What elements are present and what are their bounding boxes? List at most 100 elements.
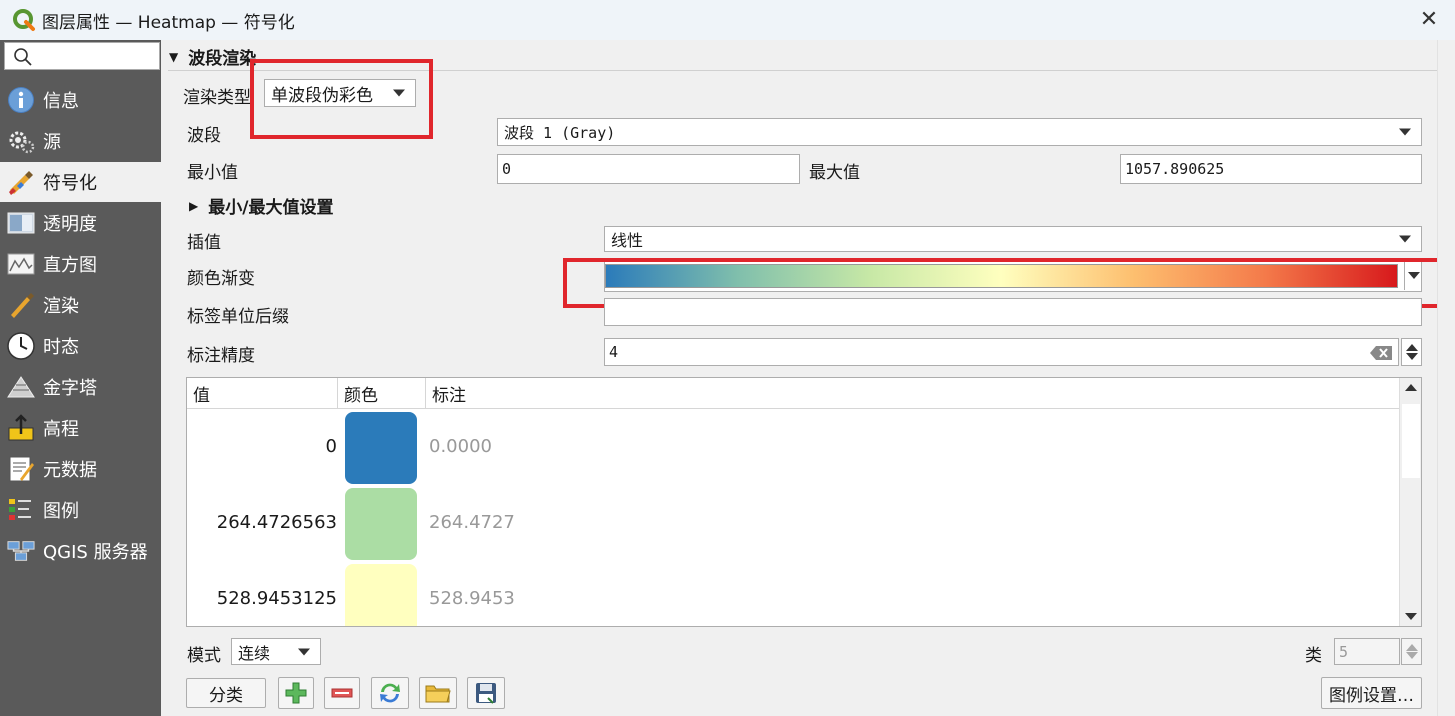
- row-color-swatch[interactable]: [345, 412, 417, 484]
- symbology-icon: [7, 168, 35, 196]
- sidebar-item-transparency[interactable]: 透明度: [0, 203, 161, 243]
- sidebar-item-symbology[interactable]: 符号化: [0, 162, 161, 202]
- row-value[interactable]: 528.9453125: [187, 588, 337, 609]
- label-suffix-input[interactable]: [604, 298, 1422, 326]
- label-precision-label: 标注精度: [187, 346, 255, 366]
- sidebar-item-label: 透明度: [43, 214, 97, 235]
- search-icon: [14, 48, 32, 66]
- remove-value-button[interactable]: [324, 677, 360, 709]
- metadata-icon: [7, 455, 35, 483]
- chevron-down-icon: [1399, 128, 1411, 136]
- sidebar-item-label: 直方图: [43, 255, 97, 276]
- sidebar-item-label: 金字塔: [43, 378, 97, 399]
- sidebar-item-temporal[interactable]: 时态: [0, 326, 161, 366]
- search-input[interactable]: [4, 42, 160, 70]
- save-icon: [476, 683, 496, 704]
- transparency-icon: [7, 209, 35, 237]
- spin-up-icon[interactable]: [1406, 344, 1418, 351]
- expand-triangle-icon: ▶: [189, 198, 199, 213]
- max-value-input[interactable]: 1057.890625: [1120, 154, 1422, 184]
- sidebar-item-elevation[interactable]: 高程: [0, 408, 161, 448]
- sidebar-item-histogram[interactable]: 直方图: [0, 244, 161, 284]
- load-color-map-button[interactable]: [419, 677, 457, 709]
- row-label[interactable]: 264.4727: [429, 512, 515, 533]
- minus-icon: [331, 688, 353, 698]
- sidebar-item-label: QGIS 服务器: [43, 542, 148, 563]
- row-label[interactable]: 528.9453: [429, 588, 515, 609]
- table-header: 值 颜色 标注: [187, 378, 1399, 409]
- spin-up-icon[interactable]: [1406, 644, 1418, 651]
- mode-combo[interactable]: 连续: [231, 638, 321, 665]
- classes-spinner[interactable]: [1401, 638, 1422, 665]
- min-value-input[interactable]: 0: [497, 154, 800, 184]
- mode-label: 模式: [187, 646, 221, 666]
- row-color-swatch[interactable]: [345, 564, 417, 626]
- folder-icon: [425, 685, 451, 703]
- scrollbar-thumb[interactable]: [1402, 404, 1420, 478]
- highlight-box-render-type: [250, 59, 433, 139]
- symbology-panel: ▼ 波段渲染 渲染类型 单波段伪彩色 波段 波段 1 (Gray) 最小值 0 …: [161, 40, 1455, 716]
- sidebar-item-metadata[interactable]: 元数据: [0, 449, 161, 489]
- label-suffix-label: 标签单位后缀: [187, 307, 289, 327]
- sidebar-item-rendering[interactable]: 渲染: [0, 285, 161, 325]
- minmax-settings-header[interactable]: ▶ 最小/最大值设置: [189, 193, 333, 218]
- table-scrollbar[interactable]: [1399, 378, 1421, 626]
- label-precision-value: 4: [609, 343, 619, 361]
- classes-label: 类: [1305, 646, 1322, 666]
- band-combo[interactable]: 波段 1 (Gray): [497, 118, 1422, 146]
- close-icon[interactable]: ✕: [1415, 6, 1443, 34]
- classes-input[interactable]: 5: [1334, 638, 1400, 665]
- sidebar-item-pyramids[interactable]: 金字塔: [0, 367, 161, 407]
- sidebar-item-qgis-server[interactable]: QGIS 服务器: [0, 531, 161, 571]
- label-precision-input[interactable]: 4: [604, 338, 1399, 366]
- scroll-up-icon[interactable]: [1405, 384, 1417, 391]
- window-title: 图层属性 — Heatmap — 符号化: [42, 12, 295, 33]
- panel-scrollbar[interactable]: [1437, 40, 1455, 716]
- interpolation-combo[interactable]: 线性: [604, 226, 1422, 252]
- qgis-server-icon: [7, 537, 35, 565]
- sidebar-item-label: 元数据: [43, 460, 97, 481]
- table-row[interactable]: 528.9453125 528.9453: [187, 562, 1399, 626]
- row-value[interactable]: 0: [187, 436, 337, 457]
- table-row[interactable]: 0 0.0000: [187, 410, 1399, 486]
- color-table: 值 颜色 标注 0 0.0000 264.4726563 264.4727 52…: [186, 377, 1422, 627]
- row-label[interactable]: 0.0000: [429, 436, 492, 457]
- row-value[interactable]: 264.4726563: [187, 512, 337, 533]
- label-precision-spinner[interactable]: [1401, 338, 1422, 366]
- classify-button[interactable]: 分类: [186, 678, 266, 708]
- scroll-down-icon[interactable]: [1405, 613, 1417, 620]
- column-header-color[interactable]: 颜色: [338, 378, 426, 409]
- export-color-map-button[interactable]: [467, 677, 505, 709]
- clear-icon[interactable]: [1370, 346, 1392, 360]
- spin-down-icon[interactable]: [1406, 353, 1418, 360]
- column-header-label[interactable]: 标注: [426, 378, 1399, 409]
- sidebar-item-label: 符号化: [43, 173, 97, 194]
- band-rendering-header[interactable]: ▼ 波段渲染: [169, 44, 256, 69]
- sidebar-item-source[interactable]: 源: [0, 121, 161, 161]
- reverse-arrows-icon: [380, 683, 400, 703]
- sidebar-item-legend[interactable]: 图例: [0, 490, 161, 530]
- table-row[interactable]: 264.4726563 264.4727: [187, 486, 1399, 562]
- add-value-button[interactable]: [278, 677, 314, 709]
- reverse-colors-button[interactable]: [371, 677, 409, 709]
- legend-settings-label: 图例设置…: [1329, 685, 1414, 706]
- minmax-settings-label: 最小/最大值设置: [208, 198, 334, 218]
- collapse-triangle-icon: ▼: [169, 49, 179, 64]
- interpolation-value: 线性: [611, 231, 644, 250]
- row-color-swatch[interactable]: [345, 488, 417, 560]
- sidebar-item-label: 渲染: [43, 296, 79, 317]
- spin-down-icon[interactable]: [1406, 652, 1418, 659]
- legend-settings-button[interactable]: 图例设置…: [1321, 677, 1422, 709]
- info-icon: [7, 86, 35, 114]
- legend-icon: [7, 496, 35, 524]
- band-value: 波段 1 (Gray): [504, 123, 616, 142]
- column-header-value[interactable]: 值: [187, 378, 338, 409]
- sidebar-item-info[interactable]: 信息: [0, 80, 161, 120]
- qgis-logo-icon: [13, 9, 35, 31]
- min-label: 最小值: [187, 163, 238, 183]
- band-label: 波段: [187, 126, 221, 146]
- rendering-icon: [7, 291, 35, 319]
- section-title: 波段渲染: [188, 49, 257, 69]
- classify-button-label: 分类: [209, 685, 243, 706]
- chevron-down-icon: [1399, 235, 1411, 243]
